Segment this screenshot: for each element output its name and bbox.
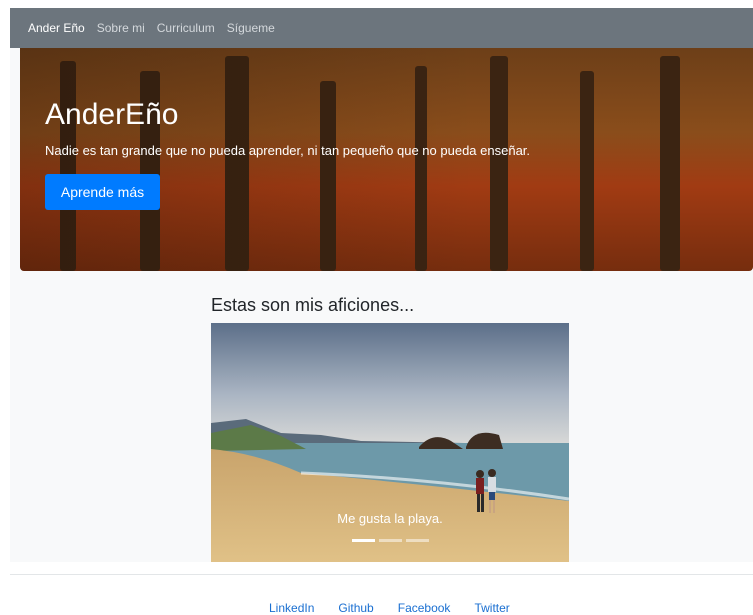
beach-image (211, 323, 569, 562)
hobbies-heading: Estas son mis aficiones... (211, 295, 415, 315)
nav-link-sigueme[interactable]: Sígueme (227, 21, 275, 35)
hero-subtitle: Nadie es tan grande que no pueda aprende… (45, 143, 531, 158)
footer-link-twitter[interactable]: Twitter (474, 601, 509, 615)
footer-link-github[interactable]: Github (338, 601, 373, 615)
learn-more-button[interactable]: Aprende más (45, 174, 160, 210)
carousel-caption: Me gusta la playa. (337, 511, 443, 526)
footer-link-linkedin[interactable]: LinkedIn (269, 601, 314, 615)
footer-divider (10, 574, 753, 575)
carousel-indicator[interactable] (406, 539, 429, 542)
hero-banner: AnderEño Nadie es tan grande que no pued… (20, 48, 753, 271)
hero-overlay (20, 48, 753, 271)
hero-title: AnderEño (45, 98, 179, 131)
footer: LinkedIn Github Facebook Twitter (269, 601, 510, 615)
carousel-indicator[interactable] (379, 539, 402, 542)
nav-link-curriculum[interactable]: Curriculum (157, 21, 215, 35)
carousel-indicators (352, 539, 429, 542)
main-content: AnderEño Nadie es tan grande que no pued… (10, 48, 753, 562)
footer-link-facebook[interactable]: Facebook (398, 601, 451, 615)
navbar: Ander Eño Sobre mi Curriculum Sígueme (10, 8, 753, 48)
hobbies-carousel[interactable]: Me gusta la playa. (211, 323, 569, 562)
navbar-brand[interactable]: Ander Eño (28, 21, 85, 35)
nav-link-sobre-mi[interactable]: Sobre mi (97, 21, 145, 35)
carousel-indicator[interactable] (352, 539, 375, 542)
